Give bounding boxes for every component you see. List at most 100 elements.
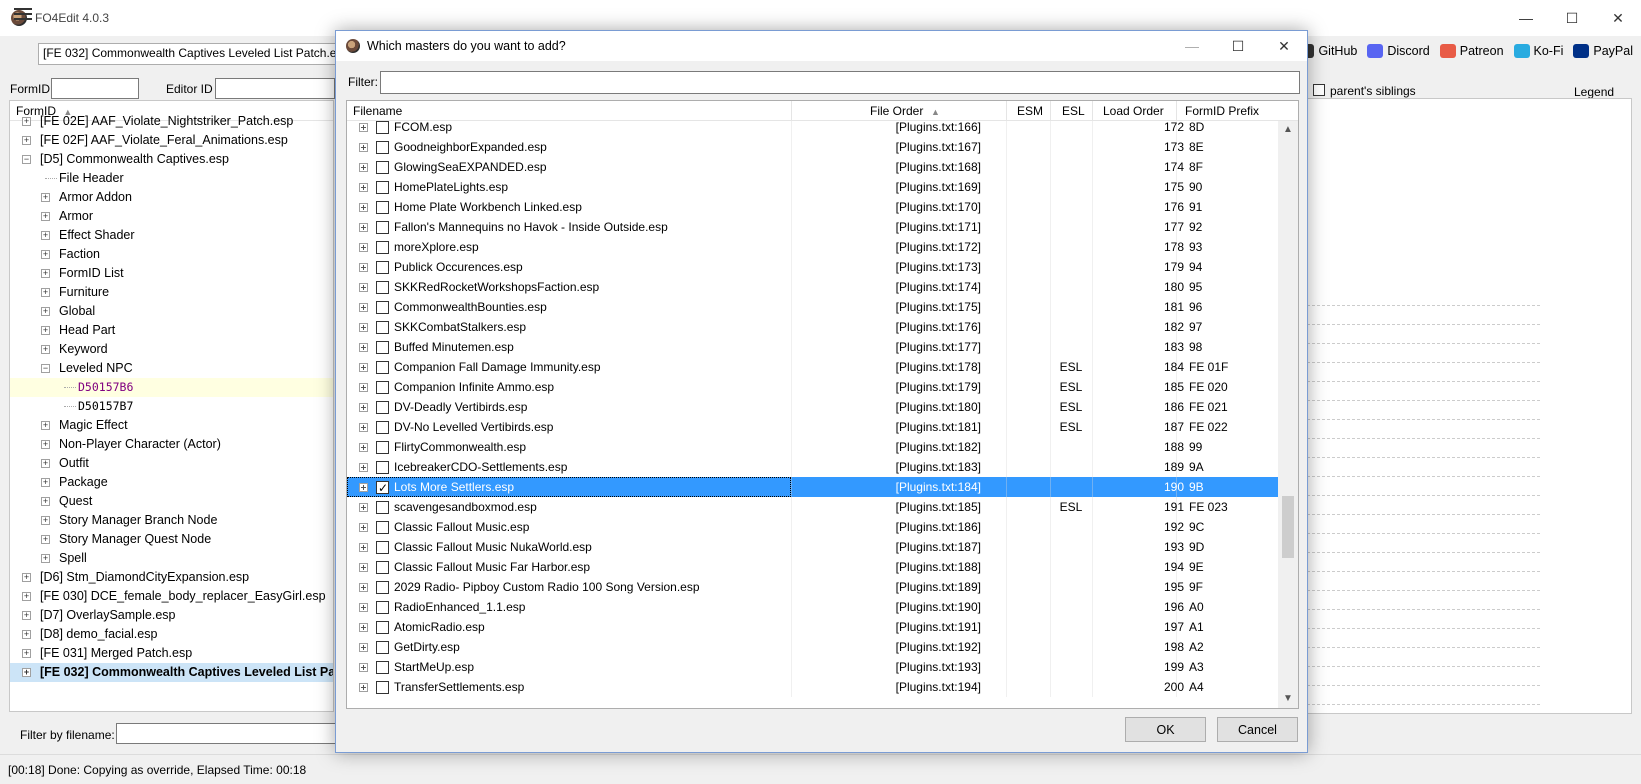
expand-icon[interactable] — [359, 163, 368, 172]
tree-item[interactable]: + Package — [10, 473, 333, 492]
scroll-up-icon[interactable]: ▲ — [1283, 124, 1293, 135]
tree-item[interactable]: + Effect Shader — [10, 226, 333, 245]
master-checkbox[interactable] — [376, 161, 389, 174]
expand-icon[interactable]: + — [41, 231, 50, 240]
tree-item[interactable]: + Non-Player Character (Actor) — [10, 435, 333, 454]
minimize-button[interactable]: — — [1503, 0, 1549, 36]
col-load-order[interactable]: Load Order — [1103, 104, 1164, 118]
parents-siblings-checkbox[interactable] — [1313, 84, 1325, 96]
dialog-close-button[interactable]: ✕ — [1261, 31, 1307, 61]
expand-icon[interactable] — [359, 423, 368, 432]
tree-item[interactable]: + Head Part — [10, 321, 333, 340]
expand-icon[interactable]: + — [41, 212, 50, 221]
tree-item[interactable]: + [FE 030] DCE_female_body_replacer_EasyG… — [10, 587, 333, 606]
master-checkbox[interactable] — [376, 661, 389, 674]
expand-icon[interactable]: + — [22, 630, 31, 639]
expand-icon[interactable] — [359, 623, 368, 632]
master-checkbox[interactable] — [376, 121, 389, 134]
col-formid-prefix[interactable]: FormID Prefix — [1185, 104, 1259, 118]
master-row[interactable]: scavengesandboxmod.esp [Plugins.txt:185] E… — [347, 497, 1279, 517]
tree-item[interactable]: + Spell — [10, 549, 333, 568]
master-row[interactable]: FCOM.esp [Plugins.txt:166] 172 8D — [347, 121, 1279, 137]
master-checkbox[interactable] — [376, 241, 389, 254]
tree-item[interactable]: + [D8] demo_facial.esp — [10, 625, 333, 644]
collapse-icon[interactable]: − — [22, 155, 31, 164]
master-row[interactable]: Companion Infinite Ammo.esp [Plugins.txt:… — [347, 377, 1279, 397]
expand-icon[interactable]: + — [41, 440, 50, 449]
expand-icon[interactable] — [359, 643, 368, 652]
expand-icon[interactable] — [359, 503, 368, 512]
master-row[interactable]: Fallon's Mannequins no Havok - Inside Ou… — [347, 217, 1279, 237]
expand-icon[interactable] — [359, 403, 368, 412]
master-row[interactable]: GoodneighborExpanded.esp [Plugins.txt:167… — [347, 137, 1279, 157]
master-checkbox[interactable] — [376, 461, 389, 474]
master-checkbox[interactable] — [376, 521, 389, 534]
master-row[interactable]: moreXplore.esp [Plugins.txt:172] 178 93 — [347, 237, 1279, 257]
expand-icon[interactable]: + — [22, 592, 31, 601]
expand-icon[interactable] — [359, 343, 368, 352]
scroll-thumb[interactable] — [1282, 496, 1294, 558]
record-tree[interactable]: FormID ▲ + [FE 02E] AAF_Violate_Nightstri… — [9, 100, 334, 712]
expand-icon[interactable]: + — [41, 345, 50, 354]
tree-item[interactable]: + Story Manager Branch Node — [10, 511, 333, 530]
expand-icon[interactable]: + — [22, 611, 31, 620]
tree-item[interactable]: − [D5] Commonwealth Captives.esp — [10, 150, 333, 169]
tree-item[interactable]: + Armor — [10, 207, 333, 226]
col-filename[interactable]: Filename — [353, 104, 402, 118]
editorid-input[interactable] — [215, 78, 335, 99]
master-checkbox[interactable] — [376, 281, 389, 294]
master-checkbox[interactable] — [376, 601, 389, 614]
master-row[interactable]: StartMeUp.esp [Plugins.txt:193] 199 A3 — [347, 657, 1279, 677]
expand-icon[interactable] — [359, 223, 368, 232]
expand-icon[interactable]: + — [22, 668, 31, 677]
tree-item[interactable]: + Magic Effect — [10, 416, 333, 435]
master-row[interactable]: Classic Fallout Music Far Harbor.esp [Plu… — [347, 557, 1279, 577]
tree-item[interactable]: + [FE 02F] AAF_Violate_Feral_Animations.e… — [10, 131, 333, 150]
master-checkbox[interactable] — [376, 201, 389, 214]
master-checkbox[interactable] — [376, 541, 389, 554]
scroll-down-icon[interactable]: ▼ — [1283, 693, 1293, 704]
expand-icon[interactable]: + — [22, 649, 31, 658]
col-file-order[interactable]: File Order — [870, 104, 923, 118]
master-row[interactable]: Buffed Minutemen.esp [Plugins.txt:177] 183… — [347, 337, 1279, 357]
master-checkbox[interactable] — [376, 421, 389, 434]
masters-grid[interactable]: Filename File Order ▲ ESM ESL Load Order… — [346, 100, 1299, 709]
expand-icon[interactable] — [359, 363, 368, 372]
master-row[interactable]: Companion Fall Damage Immunity.esp [Plugi… — [347, 357, 1279, 377]
collapse-icon[interactable]: − — [41, 364, 50, 373]
master-row[interactable]: GlowingSeaEXPANDED.esp [Plugins.txt:168] 1… — [347, 157, 1279, 177]
tree-item[interactable]: + [FE 031] Merged Patch.esp — [10, 644, 333, 663]
link-ko-fi[interactable]: Ko-Fi — [1513, 44, 1563, 58]
dialog-filter-input[interactable] — [380, 71, 1300, 94]
expand-icon[interactable] — [359, 563, 368, 572]
master-checkbox[interactable] — [376, 561, 389, 574]
master-row[interactable]: IcebreakerCDO-Settlements.esp [Plugins.tx… — [347, 457, 1279, 477]
master-row[interactable]: GetDirty.esp [Plugins.txt:192] 198 A2 — [347, 637, 1279, 657]
tree-item[interactable]: + [D7] OverlaySample.esp — [10, 606, 333, 625]
master-checkbox[interactable] — [376, 141, 389, 154]
expand-icon[interactable]: + — [41, 288, 50, 297]
tree-item[interactable]: + Faction — [10, 245, 333, 264]
master-checkbox[interactable] — [376, 321, 389, 334]
master-checkbox[interactable] — [376, 361, 389, 374]
master-row[interactable]: SKKCombatStalkers.esp [Plugins.txt:176] 18… — [347, 317, 1279, 337]
expand-icon[interactable]: + — [41, 269, 50, 278]
master-row[interactable]: DV-No Levelled Vertibirds.esp [Plugins.tx… — [347, 417, 1279, 437]
expand-icon[interactable] — [359, 123, 368, 132]
expand-icon[interactable] — [359, 663, 368, 672]
master-row[interactable]: Publick Occurences.esp [Plugins.txt:173] 1… — [347, 257, 1279, 277]
expand-icon[interactable]: + — [22, 573, 31, 582]
expand-icon[interactable]: + — [41, 535, 50, 544]
expand-icon[interactable]: + — [41, 554, 50, 563]
record-view-pane[interactable] — [1254, 98, 1632, 714]
expand-icon[interactable]: + — [41, 307, 50, 316]
master-checkbox[interactable] — [376, 301, 389, 314]
plugin-selector[interactable]: [FE 032] Commonwealth Captives Leveled L… — [38, 43, 338, 65]
expand-icon[interactable]: + — [41, 193, 50, 202]
expand-icon[interactable]: + — [41, 497, 50, 506]
master-row[interactable]: Classic Fallout Music.esp [Plugins.txt:18… — [347, 517, 1279, 537]
dialog-maximize-button[interactable]: ☐ — [1215, 31, 1261, 61]
tree-item[interactable]: + [FE 02E] AAF_Violate_Nightstriker_Patch… — [10, 112, 333, 131]
master-checkbox[interactable] — [376, 181, 389, 194]
master-row[interactable]: SKKRedRocketWorkshopsFaction.esp [Plugins… — [347, 277, 1279, 297]
